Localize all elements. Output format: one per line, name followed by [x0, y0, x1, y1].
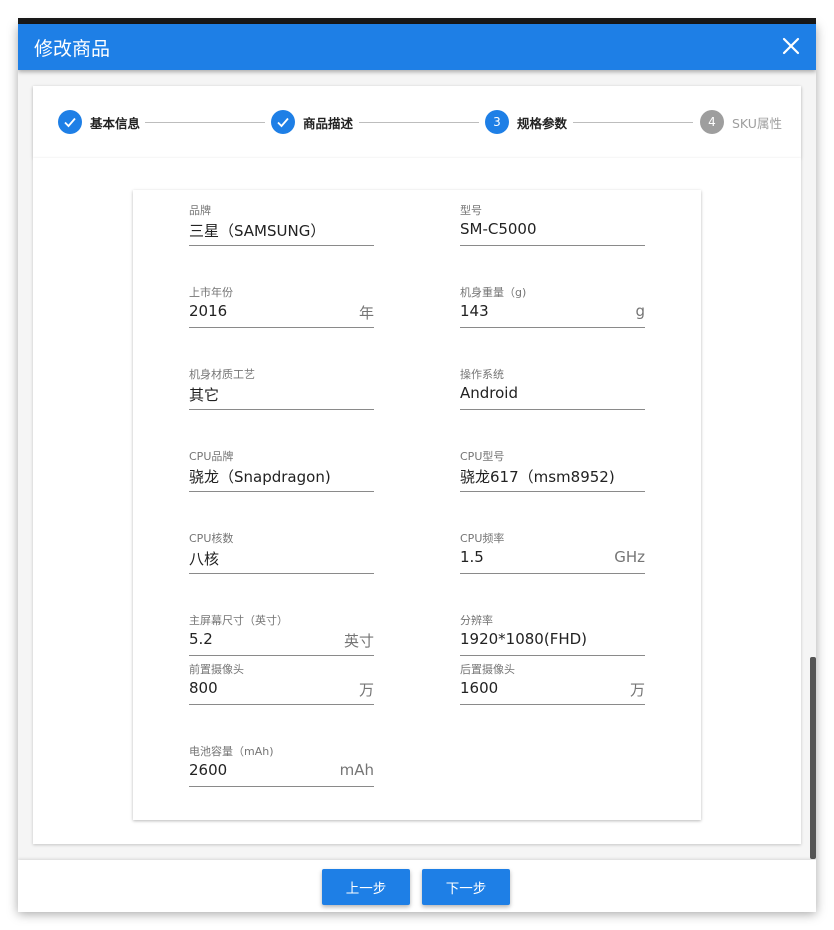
step-label: 基本信息 [90, 115, 141, 131]
field-underline [189, 409, 374, 410]
field-label: CPU型号 [460, 450, 505, 463]
step-number: 4 [700, 110, 724, 134]
brand-field[interactable]: 品牌 三星（SAMSUNG） [189, 202, 374, 258]
field-value: Android [460, 384, 518, 402]
field-label: 后置摄像头 [460, 663, 515, 676]
field-unit: mAh [339, 761, 374, 779]
field-underline [189, 327, 374, 328]
step-connector [145, 122, 265, 123]
field-underline [460, 655, 645, 656]
field-label: 型号 [460, 204, 482, 217]
field-underline [460, 245, 645, 246]
step-connector [573, 122, 693, 123]
screen-size-field[interactable]: 主屏幕尺寸（英寸） 5.2 英寸 [189, 612, 374, 668]
step-sku-attributes[interactable]: 4 SKU属性 [700, 110, 782, 134]
form-content: 品牌 三星（SAMSUNG） 型号 SM-C5000 上市年份 2016 年 机… [33, 158, 801, 844]
check-icon [271, 110, 295, 134]
field-label: 主屏幕尺寸（英寸） [189, 614, 288, 627]
field-unit: 万 [629, 681, 645, 699]
scrollbar[interactable] [810, 657, 816, 859]
field-value: 骁龙（Snapdragon) [189, 468, 331, 486]
field-value: 1.5 [460, 548, 484, 566]
model-field[interactable]: 型号 SM-C5000 [460, 202, 645, 258]
field-value: 2016 [189, 302, 228, 320]
field-unit: 年 [358, 304, 374, 322]
front-camera-field[interactable]: 前置摄像头 800 万 [189, 661, 374, 717]
step-label: SKU属性 [732, 115, 782, 131]
next-step-button[interactable]: 下一步 [422, 869, 510, 905]
dialog-title: 修改商品 [34, 38, 111, 60]
field-value: 其它 [189, 386, 220, 404]
field-value: 1920*1080(FHD) [460, 630, 588, 648]
cpu-model-field[interactable]: CPU型号 骁龙617（msm8952) [460, 448, 645, 504]
step-connector [359, 122, 479, 123]
step-product-description[interactable]: 商品描述 [271, 110, 353, 134]
step-basic-info[interactable]: 基本信息 [58, 110, 140, 134]
field-underline [189, 704, 374, 705]
cpu-brand-field[interactable]: CPU品牌 骁龙（Snapdragon) [189, 448, 374, 504]
field-underline [189, 245, 374, 246]
step-label: 商品描述 [303, 115, 354, 131]
step-number: 3 [485, 110, 509, 134]
field-value: 三星（SAMSUNG） [189, 222, 326, 240]
field-value: 5.2 [189, 630, 213, 648]
field-underline [460, 491, 645, 492]
field-label: 品牌 [189, 204, 211, 217]
field-value: 八核 [189, 550, 220, 568]
step-label: 规格参数 [517, 115, 568, 131]
dialog-footer: 上一步 下一步 [18, 860, 816, 912]
field-unit: GHz [614, 548, 645, 566]
field-label: 分辨率 [460, 614, 493, 627]
field-unit: 万 [358, 681, 374, 699]
weight-field[interactable]: 机身重量（g) 143 g [460, 284, 645, 340]
rear-camera-field[interactable]: 后置摄像头 1600 万 [460, 661, 645, 717]
field-underline [460, 327, 645, 328]
release-year-field[interactable]: 上市年份 2016 年 [189, 284, 374, 340]
battery-field[interactable]: 电池容量（mAh) 2600 mAh [189, 743, 374, 799]
field-value: 1600 [460, 679, 499, 697]
field-underline [189, 786, 374, 787]
field-underline [189, 573, 374, 574]
field-label: 电池容量（mAh) [189, 745, 274, 758]
check-icon [58, 110, 82, 134]
field-label: CPU核数 [189, 532, 234, 545]
field-underline [460, 409, 645, 410]
previous-step-button[interactable]: 上一步 [322, 869, 410, 905]
spec-form-card: 品牌 三星（SAMSUNG） 型号 SM-C5000 上市年份 2016 年 机… [133, 190, 701, 820]
field-underline [460, 573, 645, 574]
step-spec-params[interactable]: 3 规格参数 [485, 110, 567, 134]
field-label: CPU品牌 [189, 450, 234, 463]
resolution-field[interactable]: 分辨率 1920*1080(FHD) [460, 612, 645, 668]
field-underline [189, 655, 374, 656]
field-value: 骁龙617（msm8952) [460, 468, 615, 486]
field-unit: 英寸 [343, 632, 374, 650]
close-icon[interactable] [780, 35, 802, 57]
field-label: CPU频率 [460, 532, 505, 545]
material-field[interactable]: 机身材质工艺 其它 [189, 366, 374, 422]
cpu-frequency-field[interactable]: CPU频率 1.5 GHz [460, 530, 645, 586]
field-label: 机身重量（g) [460, 286, 527, 299]
field-label: 上市年份 [189, 286, 233, 299]
field-value: 143 [460, 302, 489, 320]
field-label: 前置摄像头 [189, 663, 244, 676]
field-underline [460, 704, 645, 705]
field-label: 机身材质工艺 [189, 368, 255, 381]
field-underline [189, 491, 374, 492]
field-value: 800 [189, 679, 218, 697]
edit-product-dialog: 修改商品 基本信息 商品描述 3 规格参数 4 SKU属性 品牌 三星（SAMS… [18, 24, 816, 912]
field-value: 2600 [189, 761, 228, 779]
dialog-header: 修改商品 [18, 24, 816, 70]
field-label: 操作系统 [460, 368, 504, 381]
field-unit: g [635, 302, 645, 320]
stepper: 基本信息 商品描述 3 规格参数 4 SKU属性 [33, 86, 801, 158]
os-field[interactable]: 操作系统 Android [460, 366, 645, 422]
cpu-cores-field[interactable]: CPU核数 八核 [189, 530, 374, 586]
field-value: SM-C5000 [460, 220, 537, 238]
